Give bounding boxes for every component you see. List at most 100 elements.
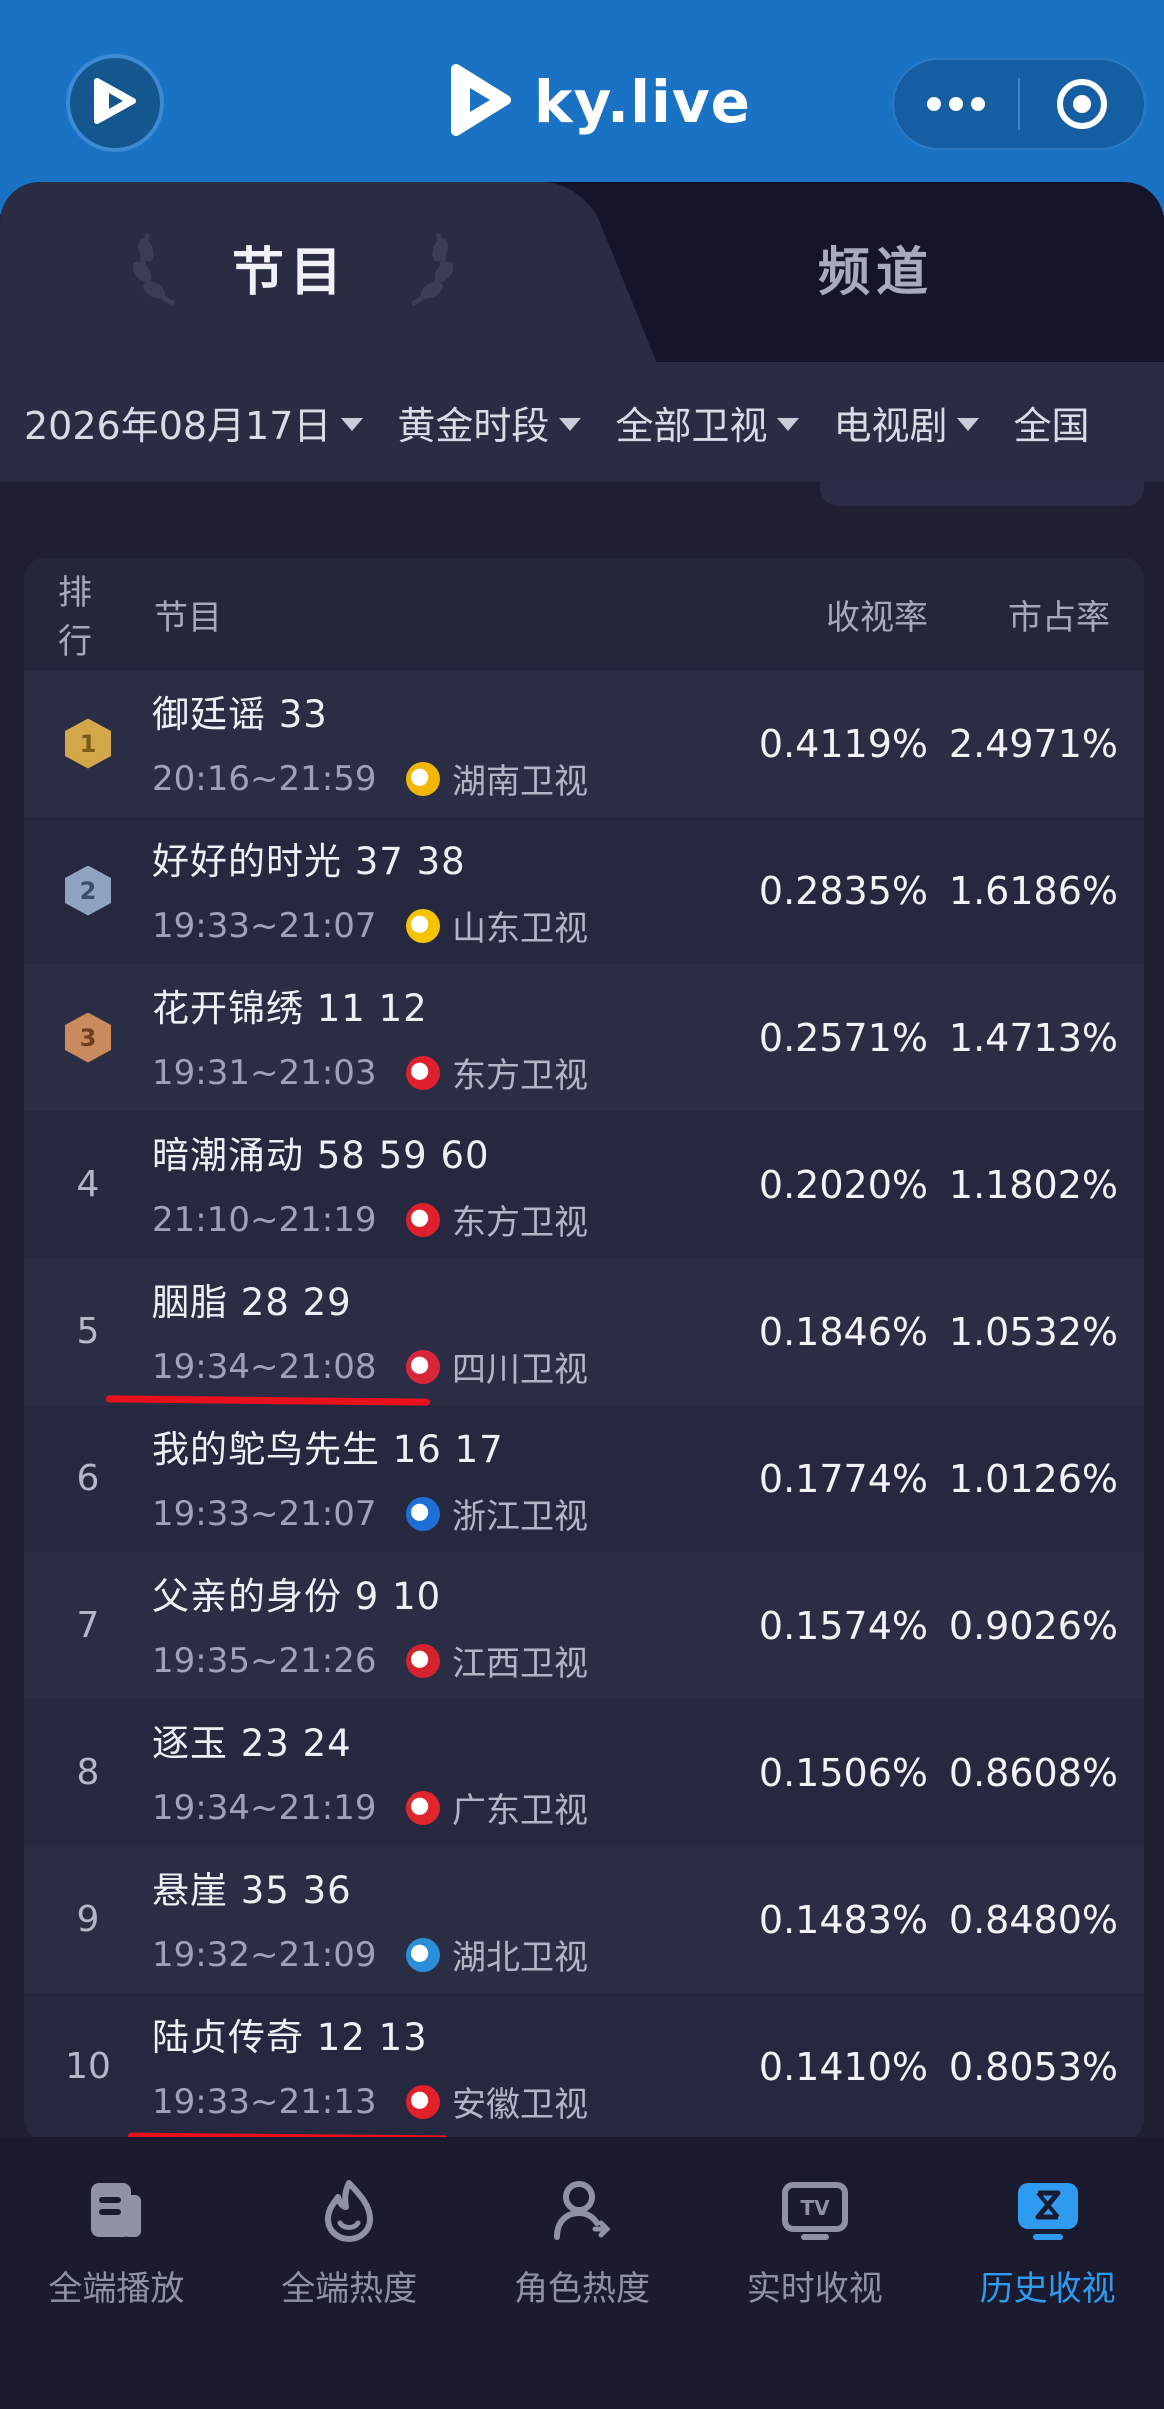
program-cell: 花开锦绣 11 12 19:31~21:03 东方卫视	[152, 978, 734, 1097]
rating-value: 0.4119%	[758, 721, 928, 766]
app-name: ky.live	[534, 68, 751, 136]
timeslot-filter[interactable]: 黄金时段	[397, 395, 582, 450]
program-title: 悬崖 35 36	[152, 1869, 352, 1912]
channel-name: 东方卫视	[452, 1056, 588, 1096]
table-row[interactable]: 4 暗潮涌动 58 59 60 21:10~21:19 东方卫视 0.2020% 1.18…	[24, 1111, 1144, 1258]
mini-program-capsule	[892, 58, 1146, 150]
table-row[interactable]: 7 父亲的身份 9 10 19:35~21:26 江西卫视 0.1574% 0.9026%	[24, 1552, 1144, 1699]
program-title: 花开锦绣 11 12	[152, 987, 428, 1030]
channel: 浙江卫视	[406, 1489, 588, 1538]
channel: 江西卫视	[406, 1636, 588, 1685]
filter-tab-stub	[820, 482, 1144, 506]
program-cell: 好好的时光 37 38 19:33~21:07 山东卫视	[152, 831, 734, 950]
caret-down-icon	[341, 417, 364, 431]
rank-cell: 4	[24, 1111, 152, 1258]
channel-name: 湖北卫视	[452, 1938, 588, 1978]
header-rating[interactable]: 收视率	[734, 590, 934, 639]
nav-all-heat[interactable]: 全端热度	[233, 2137, 466, 2409]
air-time: 21:10~21:19	[152, 1199, 377, 1240]
channel-name: 安徽卫视	[452, 2085, 588, 2125]
rank-medal-icon: 1	[65, 718, 111, 769]
rating-value: 0.1410%	[758, 2044, 928, 2089]
channel-logo-icon	[406, 761, 440, 796]
program-title: 御廷谣 33	[152, 693, 328, 736]
play-logo-icon	[89, 75, 141, 131]
channel: 湖北卫视	[406, 1930, 588, 1979]
app-home-button[interactable]	[66, 54, 164, 152]
tab-channel[interactable]: 频道	[818, 230, 934, 305]
program-title: 父亲的身份 9 10	[152, 1575, 442, 1618]
more-dots-icon	[927, 97, 941, 111]
air-time: 19:32~21:09	[152, 1934, 377, 1975]
table-body: 1 御廷谣 33 20:16~21:59 湖南卫视 0.4119% 2.4971% 2 好好的…	[24, 670, 1144, 2140]
more-dot	[971, 97, 985, 111]
channel-name: 广东卫视	[452, 1791, 588, 1831]
caret-down-icon	[957, 417, 980, 431]
air-time: 19:33~21:07	[152, 1493, 377, 1534]
tab-program-label[interactable]: 节目	[232, 230, 348, 305]
nav-all-heat-label: 全端热度	[281, 2269, 418, 2309]
air-time: 20:16~21:59	[152, 758, 377, 799]
table-row[interactable]: 9 悬崖 35 36 19:32~21:09 湖北卫视 0.1483% 0.8480%	[24, 1846, 1144, 1993]
more-button[interactable]	[894, 97, 1018, 111]
header-share[interactable]: 市占率	[934, 590, 1144, 639]
timeslot-filter-label: 黄金时段	[397, 403, 550, 448]
rank-number: 4	[76, 1164, 100, 1205]
program-meta: 19:31~21:03 东方卫视	[152, 1048, 734, 1097]
date-filter[interactable]: 2026年08月17日	[24, 395, 364, 450]
header-program: 节目	[154, 597, 222, 638]
share-value: 0.8480%	[948, 1897, 1118, 1942]
channel-filter-label: 全部卫视	[615, 403, 768, 448]
table-row[interactable]: 3 花开锦绣 11 12 19:31~21:03 东方卫视 0.2571% 1.4713%	[24, 964, 1144, 1111]
program-meta: 21:10~21:19 东方卫视	[152, 1195, 734, 1244]
channel-name: 江西卫视	[452, 1644, 588, 1684]
rank-cell: 9	[24, 1846, 152, 1993]
rank-cell: 5	[24, 1258, 152, 1405]
rating-value: 0.2020%	[758, 1162, 928, 1207]
rank-medal-icon: 2	[65, 865, 111, 916]
program-meta: 19:34~21:08 四川卫视	[152, 1342, 734, 1391]
table-header: 排行 节目 收视率 市占率	[24, 558, 1144, 670]
genre-filter[interactable]: 电视剧	[833, 395, 980, 450]
channel: 湖南卫视	[406, 754, 588, 803]
table-row[interactable]: 6 我的鸵鸟先生 16 17 19:33~21:07 浙江卫视 0.1774% 1.012…	[24, 1405, 1144, 1552]
region-filter[interactable]: 全国	[1013, 395, 1089, 450]
nav-all-play[interactable]: 全端播放	[0, 2137, 233, 2409]
channel-logo-icon	[406, 1202, 440, 1237]
program-cell: 父亲的身份 9 10 19:35~21:26 江西卫视	[152, 1566, 734, 1685]
table-row[interactable]: 5 胭脂 28 29 19:34~21:08 四川卫视 0.1846% 1.0532%	[24, 1258, 1144, 1405]
channel-name: 浙江卫视	[452, 1497, 588, 1537]
table-row[interactable]: 10 陆贞传奇 12 13 19:33~21:13 安徽卫视 0.1410% 0.8053…	[24, 1993, 1144, 2140]
header-rank: 排行	[58, 573, 92, 662]
program-title: 暗潮涌动 58 59 60	[152, 1134, 490, 1177]
share-value: 0.8053%	[948, 2044, 1118, 2089]
table-row[interactable]: 2 好好的时光 37 38 19:33~21:07 山东卫视 0.2835% 1.6186…	[24, 817, 1144, 964]
ratings-table: 排行 节目 收视率 市占率 1 御廷谣 33 20:16~21:59 湖南卫视 0.41…	[24, 558, 1144, 2140]
nav-history-ratings-label: 历史收视	[979, 2269, 1116, 2309]
share-value: 0.8608%	[948, 1750, 1118, 1795]
nav-live-ratings[interactable]: TV 实时收视	[698, 2137, 931, 2409]
table-row[interactable]: 8 逐玉 23 24 19:34~21:19 广东卫视 0.1506% 0.8608%	[24, 1699, 1144, 1846]
genre-filter-label: 电视剧	[833, 403, 948, 448]
caret-down-icon	[559, 417, 582, 431]
channel-name: 湖南卫视	[452, 762, 588, 802]
laurel-right-icon	[410, 233, 454, 307]
table-row[interactable]: 1 御廷谣 33 20:16~21:59 湖南卫视 0.4119% 2.4971%	[24, 670, 1144, 817]
target-icon	[1056, 79, 1107, 129]
rank-number: 6	[76, 1458, 100, 1499]
channel: 山东卫视	[406, 901, 588, 950]
play-logo-icon	[448, 63, 514, 141]
nav-role-heat-label: 角色热度	[513, 2269, 650, 2309]
close-button[interactable]	[1020, 77, 1144, 131]
share-value: 2.4971%	[948, 721, 1118, 766]
channel-filter[interactable]: 全部卫视	[615, 395, 800, 450]
rating-value: 0.2835%	[758, 868, 928, 913]
rank-cell: 2	[24, 817, 152, 964]
rank-cell: 6	[24, 1405, 152, 1552]
nav-history-ratings[interactable]: 历史收视	[931, 2137, 1164, 2409]
program-cell: 我的鸵鸟先生 16 17 19:33~21:07 浙江卫视	[152, 1419, 734, 1538]
nav-role-heat[interactable]: 角色热度	[466, 2137, 699, 2409]
rank-number: 10	[65, 2046, 111, 2087]
region-filter-label: 全国	[1013, 403, 1090, 448]
rank-medal-icon: 3	[65, 1012, 111, 1063]
